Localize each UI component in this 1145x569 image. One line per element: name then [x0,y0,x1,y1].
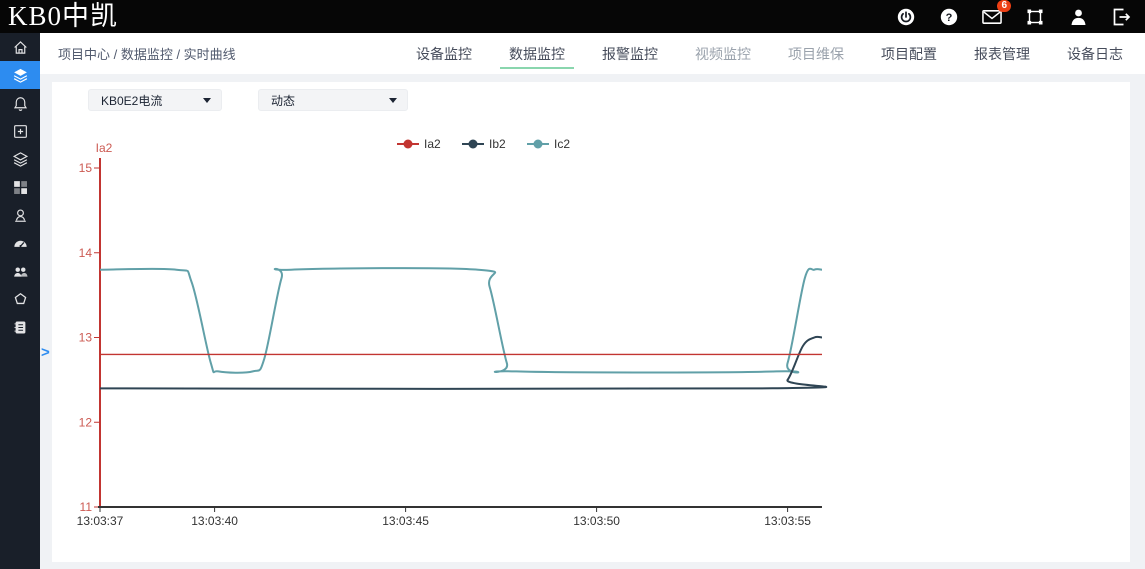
legend-item-Ic2[interactable]: Ic2 [527,137,570,151]
gauge-icon [13,240,27,247]
tab-data-monitoring[interactable]: 数据监控 [500,33,574,74]
mode-select[interactable]: 动态 [258,89,408,111]
legend-marker [403,139,413,149]
legend-label: Ib2 [489,137,506,151]
sidebar-item-alarms[interactable] [0,89,40,117]
legend-item-Ia2[interactable]: Ia2 [397,137,441,151]
sidebar-item-operator[interactable] [0,201,40,229]
top-header-bar: KB0中凯 ? 6 [0,0,1145,33]
logbook-icon [14,321,25,333]
header-toolbar: ? 6 [896,0,1131,27]
legend-label: Ia2 [424,137,441,151]
y-axis-label: 12 [79,415,93,429]
breadcrumb: 项目中心 / 数据监控 / 实时曲线 [58,47,236,62]
legend-label: Ic2 [554,137,570,151]
x-axis-label: 13:03:40 [191,514,238,528]
tab-device-logs[interactable]: 设备日志 [1067,33,1123,74]
legend-marker [468,139,478,149]
tab-report-management[interactable]: 报表管理 [974,33,1030,74]
app-logo: KB0中凯 [8,1,119,31]
pentagon-icon [14,292,26,304]
sidebar-item-add-panel[interactable] [0,117,40,145]
dashboard-icon [13,180,27,194]
sidebar-expand-toggle[interactable]: > [41,345,50,360]
x-axis-label: 13:03:50 [573,514,620,528]
power-icon[interactable] [896,7,916,27]
sidebar-item-dashboard[interactable] [0,173,40,201]
add-panel-icon [13,124,27,138]
x-axis-label: 13:03:37 [77,514,124,528]
top-tabs: 设备监控 数据监控 报警监控 视频监控 项目维保 项目配置 报表管理 设备日志 [416,33,1123,74]
chevron-down-icon [389,97,397,103]
content-area: KB0E2电流 动态 11 12 13 14 15 Ia2 13:03:37 13:03:40… [40,74,1145,569]
sidebar-item-pentagon[interactable] [0,285,40,313]
help-icon[interactable]: ? [939,7,959,27]
stack-icon [12,151,28,167]
y-axis-name: Ia2 [96,141,113,155]
mail-icon[interactable]: 6 [982,0,1011,27]
fullscreen-icon[interactable] [1025,7,1045,27]
device-select[interactable]: KB0E2电流 [88,89,222,111]
bell-icon [13,96,27,111]
y-axis-label: 15 [79,161,93,175]
y-axis-label: 13 [79,331,93,345]
tab-project-configuration[interactable]: 项目配置 [881,33,937,74]
chart-wrap: 11 12 13 14 15 Ia2 13:03:37 13:03:40 13:03:45 13:… [52,118,1130,558]
mode-select-value: 动态 [271,93,296,108]
legend-item-Ib2[interactable]: Ib2 [462,137,506,151]
sidebar-item-stack[interactable] [0,145,40,173]
series-line-Ib2 [99,335,828,390]
svg-text:?: ? [946,12,953,24]
y-axis-label: 11 [80,500,93,514]
chevron-down-icon [203,97,211,103]
x-axis-label: 13:03:55 [764,514,811,528]
mail-badge: 6 [997,0,1011,12]
layers-icon [13,68,27,83]
home-icon [13,40,27,54]
sidebar-item-gauge[interactable] [0,229,40,257]
sidebar-item-data-monitoring[interactable] [0,61,40,89]
nav-row: 项目中心 / 数据监控 / 实时曲线 设备监控 数据监控 报警监控 视频监控 项目维保项… [40,33,1145,74]
sidebar-item-team[interactable] [0,257,40,285]
sidebar [0,33,40,569]
tab-alarm-monitoring[interactable]: 报警监控 [602,33,658,74]
logout-icon[interactable] [1111,7,1131,27]
realtime-line-chart: 1112131415Ia213:03:37 13:03:40 13:03:45 13:… [77,137,828,528]
sidebar-item-logbook[interactable] [0,313,40,341]
legend-marker [533,139,543,149]
sidebar-item-home[interactable] [0,33,40,61]
tab-device-monitoring[interactable]: 设备监控 [416,33,472,74]
chart-card: KB0E2电流 动态 11 12 13 14 15 Ia2 13:03:37 13:03:40… [52,82,1130,562]
tab-project-maintenance[interactable]: 项目维保 [788,33,844,74]
operator-icon [14,208,26,222]
x-axis-label: 13:03:45 [382,514,429,528]
user-icon[interactable] [1068,7,1088,27]
tab-video-monitoring[interactable]: 视频监控 [695,33,751,74]
team-icon [13,266,28,277]
y-axis-label: 14 [79,246,93,260]
series-line-Ic2 [99,267,823,374]
device-select-value: KB0E2电流 [101,93,163,108]
